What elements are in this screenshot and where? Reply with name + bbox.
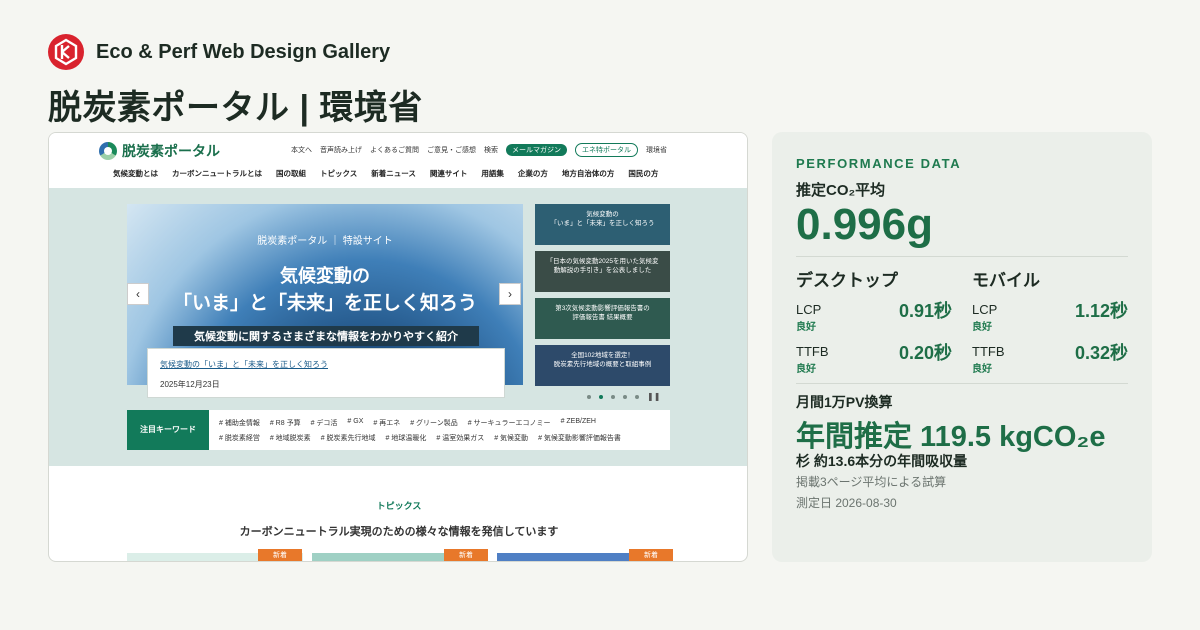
keyword-tag[interactable]: # 脱炭素先行地域 <box>321 433 376 443</box>
pause-icon[interactable]: ❚❚ <box>647 393 660 401</box>
hero-heading-line2: 「いま」と「未来」を正しく知ろう <box>172 293 477 314</box>
carousel-dots: ❚❚ <box>587 393 660 401</box>
keyword-tag[interactable]: # 地球温暖化 <box>386 433 427 443</box>
desktop-ttfb-value: 0.20秒 <box>898 343 952 363</box>
gnav-item[interactable]: 地方自治体の方 <box>562 168 615 179</box>
keyword-tag[interactable]: # 地域脱炭素 <box>270 433 311 443</box>
carousel-dot[interactable] <box>611 395 615 399</box>
mail-magazine-button[interactable]: メールマガジン <box>506 144 567 156</box>
pv-label: 月間1万PV換算 <box>796 394 893 410</box>
hero-card: 気候変動の「いま」と「未来」を正しく知ろう 2025年12月23日 <box>147 348 505 398</box>
keyword-tag[interactable]: # サーキュラーエコノミー <box>468 418 551 428</box>
site-header: 脱炭素ポータル 本文へ 音声読み上げ よくあるご質問 ご意見・ご感想 検索 メー… <box>49 133 747 188</box>
topics-title: カーボンニュートラル実現のための様々な情報を発信しています <box>239 526 559 538</box>
energy-portal-button[interactable]: エネ特ポータル <box>575 143 638 157</box>
site-logo-icon <box>99 142 117 160</box>
divider <box>796 383 1128 384</box>
keyword-tag[interactable]: # デコ活 <box>311 418 338 428</box>
site-logo-text: 脱炭素ポータル <box>122 143 220 159</box>
desktop-lcp-value: 0.91秒 <box>898 301 952 321</box>
brand-name: Eco & Perf Web Design Gallery <box>96 40 391 63</box>
keyword-tag[interactable]: # グリーン製品 <box>410 418 458 428</box>
chevron-left-icon[interactable]: ‹ <box>127 283 149 305</box>
util-link-faq[interactable]: よくあるご質問 <box>370 145 419 155</box>
new-badge: 新着 <box>444 549 488 561</box>
carousel-dot[interactable] <box>635 395 639 399</box>
keyword-tag[interactable]: # GX <box>347 418 363 428</box>
side-banner[interactable]: 気候変動の 「いま」と「未来」を正しく知ろう <box>535 204 670 245</box>
tree-equivalent: 杉 約13.6本分の年間吸収量 <box>796 453 968 469</box>
gnav-item[interactable]: カーボンニュートラルとは <box>172 168 262 179</box>
utility-nav: 本文へ 音声読み上げ よくあるご質問 ご意見・ご感想 検索 メールマガジン エネ… <box>291 143 667 157</box>
performance-panel: PERFORMANCE DATA 推定CO₂平均 0.996g デスクトップ モ… <box>772 132 1152 562</box>
estimate-note: 掲載3ページ平均による試算 <box>796 475 947 489</box>
util-link-speech[interactable]: 音声読み上げ <box>320 145 362 155</box>
brand: Eco & Perf Web Design Gallery <box>48 34 390 70</box>
desktop-ttfb-label: TTFB <box>796 344 829 359</box>
keyword-tag[interactable]: # 気候変動 <box>494 433 528 443</box>
mobile-lcp-label: LCP <box>972 302 998 317</box>
keyword-row: # 補助金情報 # R8 予算 # デコ活 # GX # 再エネ # グリーン製… <box>219 418 596 428</box>
hero-subtitle: 脱炭素ポータル ｜ 特設サイト <box>257 236 393 247</box>
hero-card-date: 2025年12月23日 <box>160 380 220 389</box>
gnav-item[interactable]: 気候変動とは <box>113 168 158 179</box>
annual-estimate: 年間推定 119.5 kgCO₂e <box>796 421 1106 453</box>
desktop-lcp-status: 良好 <box>796 322 816 333</box>
gnav-item[interactable]: 関連サイト <box>430 168 468 179</box>
carousel-dot[interactable] <box>623 395 627 399</box>
gnav-item[interactable]: 国民の方 <box>628 168 658 179</box>
measured-date: 測定日 2026-08-30 <box>796 496 897 510</box>
mobile-lcp-status: 良好 <box>972 322 992 333</box>
chevron-right-icon[interactable]: › <box>499 283 521 305</box>
co2-value: 0.996g <box>796 200 933 249</box>
keyword-tag[interactable]: # 気候変動影響評価報告書 <box>538 433 621 443</box>
keyword-tag[interactable]: # 温室効果ガス <box>436 433 484 443</box>
carousel-dot[interactable] <box>587 395 591 399</box>
util-link-skip[interactable]: 本文へ <box>291 145 312 155</box>
keyword-box: 注目キーワード # 補助金情報 # R8 予算 # デコ活 # GX # 再エネ… <box>127 410 670 450</box>
side-banner[interactable]: 「日本の気候変動2025を用いた気候変 動解説の手引き」を公表しました <box>535 251 670 292</box>
keyword-tag[interactable]: # 補助金情報 <box>219 418 260 428</box>
ministry-logo[interactable]: 環境省 <box>646 145 667 155</box>
util-link-feedback[interactable]: ご意見・ご感想 <box>427 145 476 155</box>
keyword-row: # 脱炭素経営 # 地域脱炭素 # 脱炭素先行地域 # 地球温暖化 # 温室効果… <box>219 433 621 443</box>
hero-card-link[interactable]: 気候変動の「いま」と「未来」を正しく知ろう <box>160 359 328 370</box>
keyword-tag[interactable]: # 再エネ <box>373 418 400 428</box>
gnav-item[interactable]: 国の取組 <box>276 168 306 179</box>
gnav-item[interactable]: 新着ニュース <box>371 168 416 179</box>
desktop-title: デスクトップ <box>796 271 898 290</box>
site-logo[interactable]: 脱炭素ポータル <box>99 141 220 161</box>
keyword-tag[interactable]: # ZEB/ZEH <box>561 418 596 428</box>
hero-heading-line1: 気候変動の <box>280 266 370 286</box>
divider <box>796 256 1128 257</box>
global-nav: 気候変動とは カーボンニュートラルとは 国の取組 トピックス 新着ニュース 関連… <box>113 168 658 179</box>
side-banner[interactable]: 全国102地域を選定！ 脱炭素先行地域の概要と取組事例 <box>535 345 670 386</box>
keyword-label: 注目キーワード <box>127 410 209 450</box>
mobile-ttfb-label: TTFB <box>972 344 1005 359</box>
co2-label: 推定CO₂平均 <box>796 182 886 199</box>
mobile-ttfb-value: 0.32秒 <box>1074 343 1128 363</box>
mobile-lcp-value: 1.12秒 <box>1074 301 1128 321</box>
performance-heading: PERFORMANCE DATA <box>796 156 962 171</box>
desktop-ttfb-status: 良好 <box>796 364 816 375</box>
gnav-item[interactable]: 企業の方 <box>518 168 548 179</box>
brand-logo-icon <box>48 34 84 70</box>
mobile-ttfb-status: 良好 <box>972 364 992 375</box>
gnav-item[interactable]: トピックス <box>320 168 357 179</box>
new-badge: 新着 <box>258 549 302 561</box>
page-title: 脱炭素ポータル | 環境省 <box>48 89 423 127</box>
topics-label: トピックス <box>376 501 422 511</box>
desktop-lcp-label: LCP <box>796 302 822 317</box>
gnav-item[interactable]: 用語集 <box>481 168 504 179</box>
util-link-search[interactable]: 検索 <box>484 145 498 155</box>
carousel-dot[interactable] <box>599 395 603 399</box>
side-banner[interactable]: 第3次気候変動影響評価報告書の 評価報告書 結果概要 <box>535 298 670 339</box>
mobile-title: モバイル <box>972 271 1040 290</box>
new-badge: 新着 <box>629 549 673 561</box>
keyword-tag[interactable]: # 脱炭素経営 <box>219 433 260 443</box>
hero-caption: 気候変動に関するさまざまな情報をわかりやすく紹介 <box>173 326 479 346</box>
keyword-tag[interactable]: # R8 予算 <box>270 418 301 428</box>
site-screenshot[interactable]: 脱炭素ポータル 本文へ 音声読み上げ よくあるご質問 ご意見・ご感想 検索 メー… <box>48 132 748 562</box>
